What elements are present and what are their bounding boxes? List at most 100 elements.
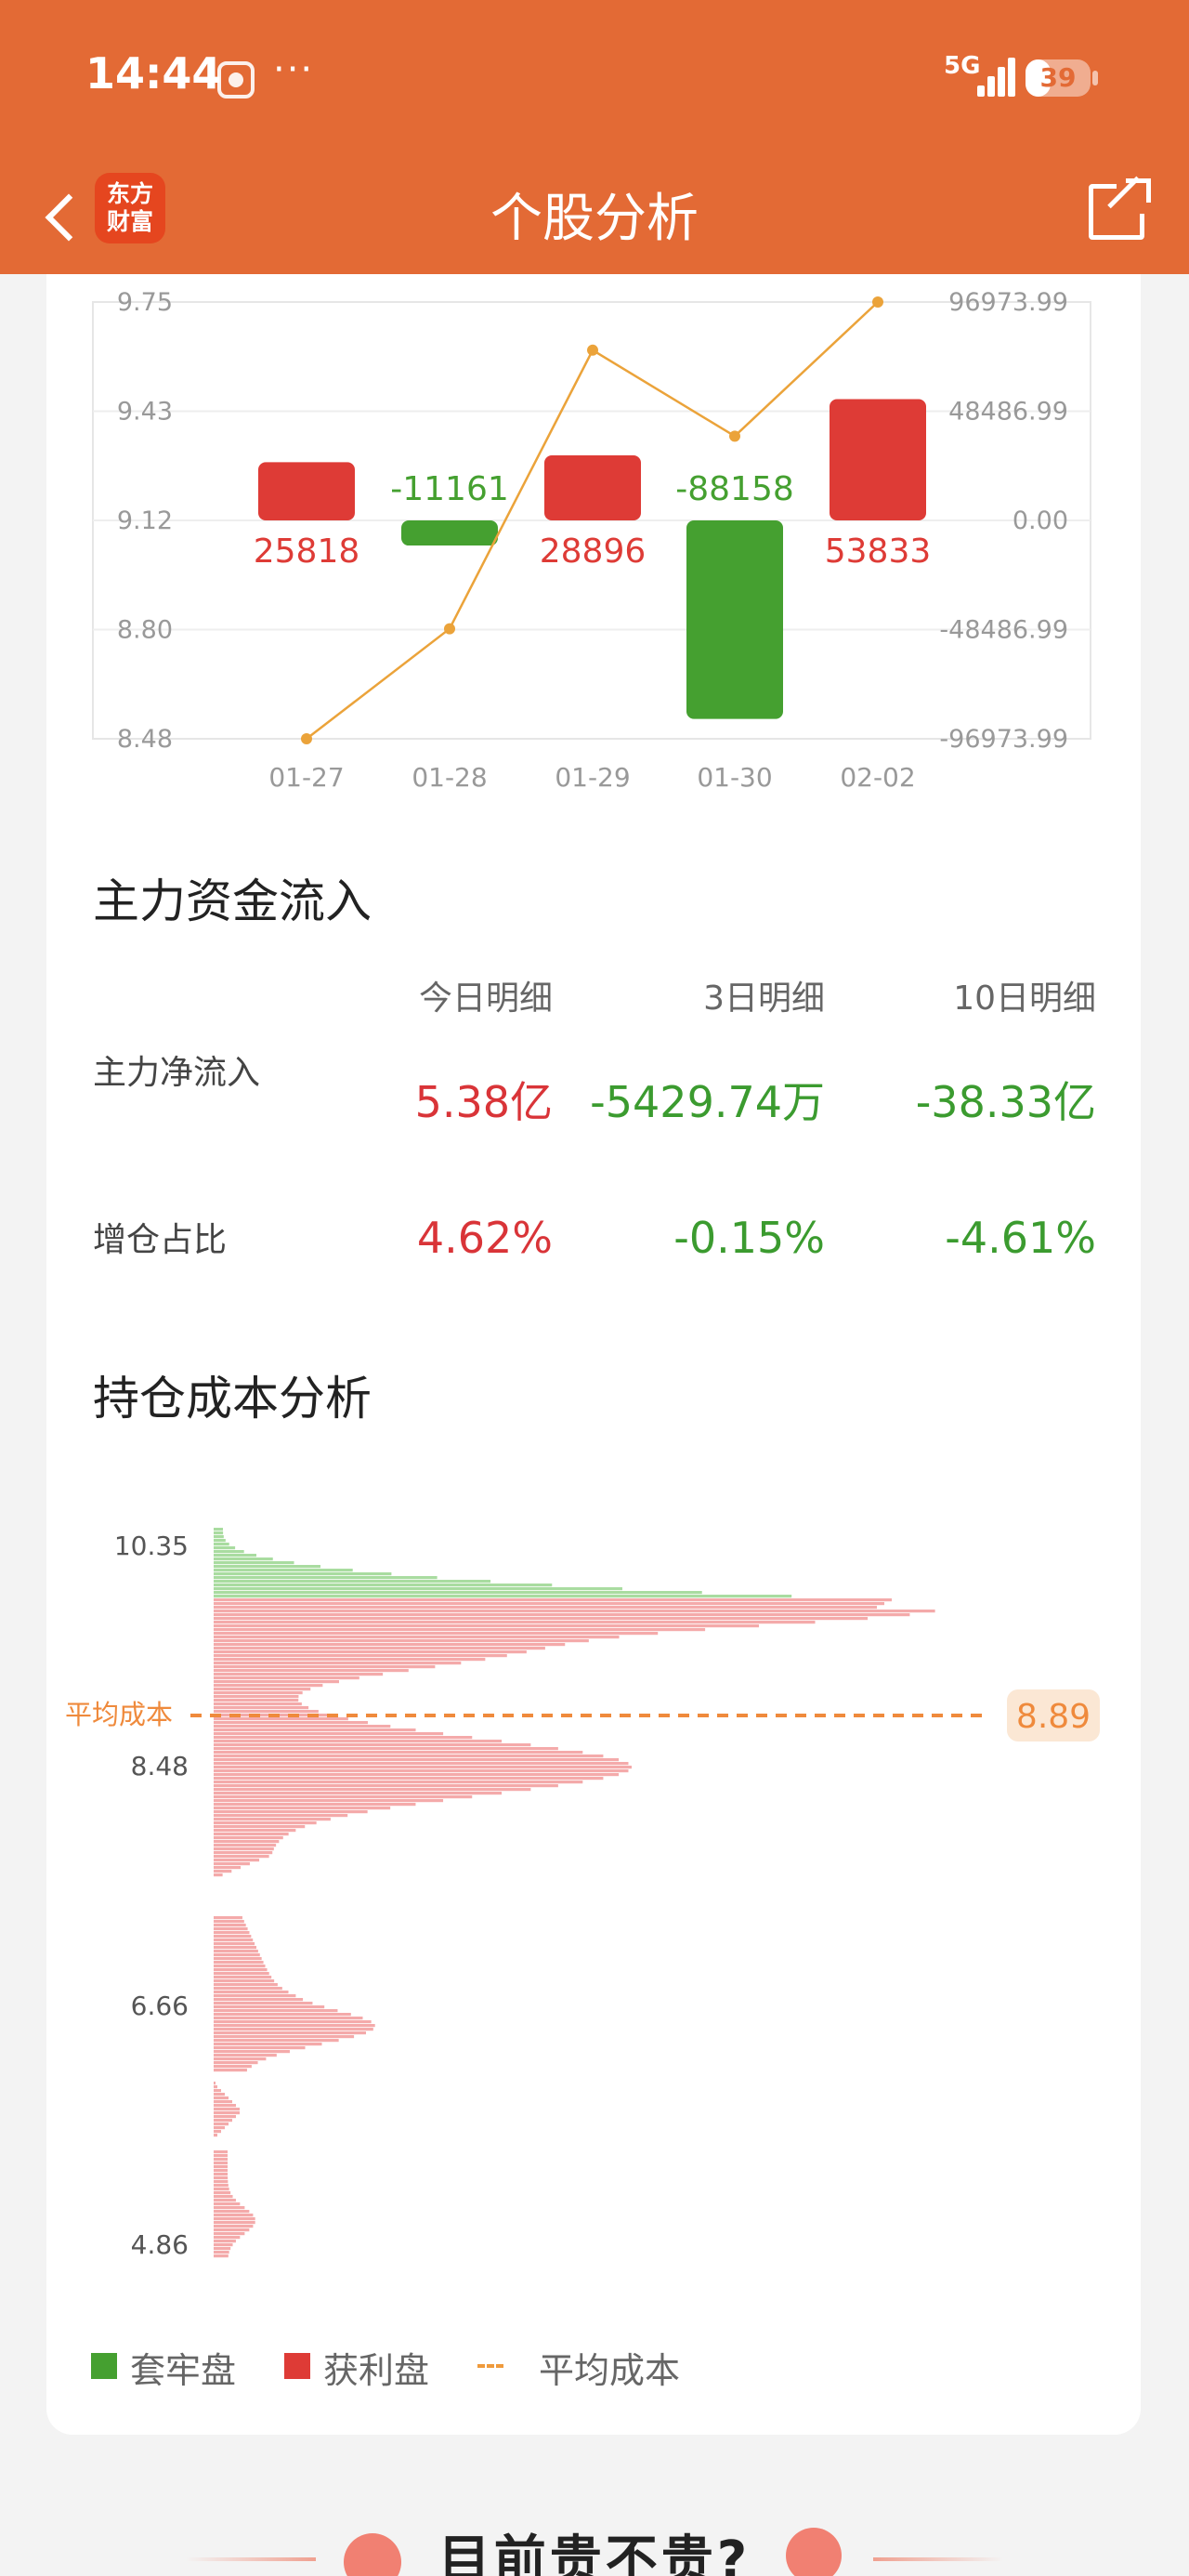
- cost-bar: [214, 2054, 277, 2057]
- cost-bar: [214, 1554, 257, 1557]
- cost-bar: [214, 1777, 604, 1781]
- cost-bar: [214, 1799, 444, 1803]
- cost-bar: [214, 1751, 583, 1755]
- cost-bar: [214, 1584, 553, 1587]
- cost-bar: [214, 1784, 558, 1788]
- cost-bar: [214, 2184, 229, 2188]
- cost-bar: [214, 2096, 229, 2100]
- footer-title: 目前贵不贵?: [438, 2530, 751, 2576]
- battery-icon: 39: [1026, 59, 1091, 97]
- cost-bar: [214, 1717, 348, 1721]
- cost-bar: [214, 2158, 229, 2162]
- cost-bar: [214, 1818, 331, 1821]
- cost-bar: [214, 1762, 629, 1766]
- cost-bar: [214, 2130, 221, 2134]
- bar-value-label: 25818: [254, 532, 360, 571]
- cost-bar: [214, 1740, 503, 1743]
- notification-icon: [217, 61, 255, 99]
- cost-bar: [214, 2225, 254, 2228]
- x-axis-tick: 02-02: [840, 762, 915, 793]
- cost-bar: [214, 1833, 289, 1836]
- cost-bar: [214, 2126, 225, 2130]
- cost-bar: [214, 2085, 217, 2089]
- cost-bar: [214, 1662, 462, 1665]
- cost-bar: [214, 1998, 304, 2002]
- price-point: [729, 430, 740, 442]
- header-today: 今日明细: [418, 979, 553, 1018]
- cost-bar: [214, 2173, 229, 2176]
- right-axis-tick: 96973.99: [948, 288, 1068, 317]
- cost-distribution-chart: 10.35 8.48 6.66 4.86 平均成本 8.89: [65, 1528, 1100, 2260]
- cost-bar: [214, 2057, 267, 2061]
- cost-bar: [214, 1610, 935, 1613]
- cost-bar: [214, 1654, 507, 1658]
- cost-bar: [214, 1673, 384, 1676]
- flow-bar: [544, 454, 641, 520]
- cost-bar: [214, 1557, 273, 1561]
- cost-bar: [214, 2013, 351, 2017]
- cost-bar: [214, 2191, 231, 2195]
- legend-avg-swatch: [477, 2364, 503, 2368]
- cost-bar: [214, 1636, 620, 1639]
- cost-bar: [214, 2165, 229, 2169]
- x-axis-tick: 01-30: [697, 762, 772, 793]
- cost-bar: [214, 1795, 473, 1799]
- cost-bar: [214, 1965, 266, 1968]
- bar-value-label: 28896: [540, 532, 647, 571]
- more-notifications-icon: ···: [273, 48, 315, 91]
- cost-bar: [214, 1972, 269, 1976]
- cost-bar: [214, 1647, 545, 1650]
- cost-bar: [214, 2214, 254, 2217]
- cost-bar: [214, 1773, 620, 1777]
- right-axis-tick: -48486.99: [939, 616, 1068, 645]
- left-axis-tick: 8.80: [117, 616, 173, 645]
- cost-bar: [214, 2243, 233, 2247]
- cost-bar: [214, 1781, 583, 1784]
- cost-bar: [214, 1572, 392, 1576]
- cost-bar: [214, 1624, 760, 1628]
- cost-bar: [214, 2180, 229, 2184]
- page-title: 个股分析: [490, 189, 699, 249]
- cost-bar: [214, 2236, 241, 2240]
- cost-bar: [214, 1706, 309, 1710]
- bar-value-label: -88158: [675, 470, 794, 508]
- cost-bar: [214, 1953, 260, 1957]
- cost-bar: [214, 2251, 229, 2254]
- left-axis-tick: 9.43: [117, 398, 173, 427]
- cost-bar: [214, 1836, 283, 1840]
- nav-bar: 东方 财富 个股分析: [0, 158, 1189, 274]
- cost-bar: [214, 1862, 250, 1866]
- cost-bar: [214, 1702, 302, 1706]
- cost-bar: [214, 1580, 491, 1584]
- cost-bar: [214, 1851, 273, 1855]
- cost-bar: [214, 2028, 373, 2031]
- net-inflow-today: 5.38亿: [414, 1077, 553, 1127]
- cost-bar: [214, 1543, 229, 1546]
- cost-bar: [214, 2061, 258, 2065]
- bar-value-label: 53833: [825, 532, 932, 571]
- cost-bar: [214, 1821, 317, 1825]
- flow-bar: [258, 462, 355, 520]
- cost-bar: [214, 1684, 323, 1688]
- cost-bar: [214, 1866, 242, 1870]
- price-tick-1: 10.35: [114, 1531, 189, 1561]
- cost-bar: [214, 1976, 272, 1979]
- avg-cost-label: 平均成本: [65, 1699, 173, 1730]
- legend-profit-label: 获利盘: [323, 2350, 430, 2391]
- cost-bar: [214, 2169, 229, 2173]
- header-10day: 10日明细: [953, 979, 1096, 1018]
- cost-bar: [214, 2082, 216, 2085]
- share-button[interactable]: [1087, 176, 1154, 242]
- right-axis-tick: 48486.99: [948, 398, 1068, 427]
- cost-bar: [214, 2069, 247, 2072]
- main-flow-title: 主力资金流入: [93, 874, 372, 928]
- cost-bar: [214, 1939, 254, 1942]
- cost-bar: [214, 1550, 244, 1554]
- cost-bar: [214, 2228, 250, 2232]
- cost-bar: [214, 1803, 416, 1807]
- cost-bar: [214, 1658, 486, 1662]
- price-tick-2: 8.48: [131, 1751, 189, 1781]
- cost-bar: [214, 1669, 409, 1673]
- price-tick-3: 6.66: [131, 1991, 189, 2021]
- cost-bar: [214, 1691, 303, 1695]
